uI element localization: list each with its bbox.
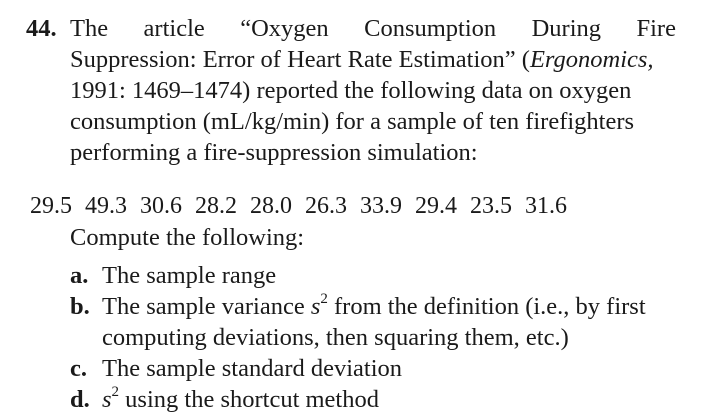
intro-text: Suppression: Error of Heart Rate Estimat…: [70, 46, 530, 73]
superscript: 2: [320, 290, 328, 307]
part-text: The sample variance s2 from the definiti…: [102, 291, 680, 353]
data-value: 49.3: [85, 193, 127, 219]
problem-intro: The article “Oxygen Consumption During F…: [70, 13, 676, 168]
textbook-page: 44. The article “Oxygen Consumption Duri…: [0, 0, 701, 418]
data-value: 28.2: [195, 193, 237, 219]
part-text: The sample range: [102, 262, 277, 289]
superscript: 2: [111, 383, 120, 400]
variance-symbol: s: [102, 386, 112, 413]
intro-word: article: [143, 15, 205, 42]
data-value: 31.6: [525, 193, 567, 219]
part-a: a. The sample range: [70, 260, 680, 291]
part-text-after: from the definition (i.e., by first: [327, 293, 646, 320]
data-value: 29.5: [30, 193, 72, 219]
part-continuation: computing deviations, then squaring them…: [102, 324, 569, 351]
intro-line-5: performing a fire-suppression simulation…: [70, 139, 478, 166]
compute-label: Compute the following:: [70, 224, 305, 251]
part-c: c. The sample standard deviation: [70, 353, 680, 384]
data-values: 29.5 49.3 30.6 28.2 28.0 26.3 33.9 29.4 …: [30, 191, 580, 221]
part-letter: d.: [70, 386, 90, 413]
data-value: 29.4: [415, 193, 457, 219]
data-value: 23.5: [470, 193, 512, 219]
problem-number: 44.: [26, 15, 57, 42]
data-value: 28.0: [250, 193, 292, 219]
problem-parts: a. The sample range b. The sample varian…: [70, 260, 680, 415]
intro-word: Consumption: [364, 15, 497, 42]
part-letter: c.: [70, 355, 87, 382]
intro-word: Fire: [636, 15, 676, 42]
part-letter: b.: [70, 293, 90, 320]
part-text-before: The sample variance: [102, 293, 311, 320]
part-letter: a.: [70, 262, 89, 289]
intro-word: During: [531, 15, 602, 42]
intro-line-4: consumption (mL/kg/min) for a sample of …: [70, 108, 635, 135]
intro-line-2: Suppression: Error of Heart Rate Estimat…: [70, 44, 676, 75]
intro-word: “Oxygen: [240, 15, 329, 42]
data-value: 33.9: [360, 193, 402, 219]
intro-word: The: [70, 15, 109, 42]
part-text: The sample standard deviation: [102, 355, 403, 382]
intro-line-1: The article “Oxygen Consumption During F…: [70, 13, 676, 44]
part-text: s2 using the shortcut method: [102, 384, 680, 415]
journal-name: Ergonomics,: [529, 46, 654, 73]
data-value: 26.3: [305, 193, 347, 219]
part-d: d. s2 using the shortcut method: [70, 384, 680, 415]
variance-symbol: s: [310, 293, 321, 320]
intro-line-3: 1991: 1469–1474) reported the following …: [70, 77, 632, 104]
part-b: b. The sample variance s2 from the defin…: [70, 291, 680, 353]
part-text-after: using the shortcut method: [119, 386, 379, 413]
data-value: 30.6: [140, 193, 182, 219]
